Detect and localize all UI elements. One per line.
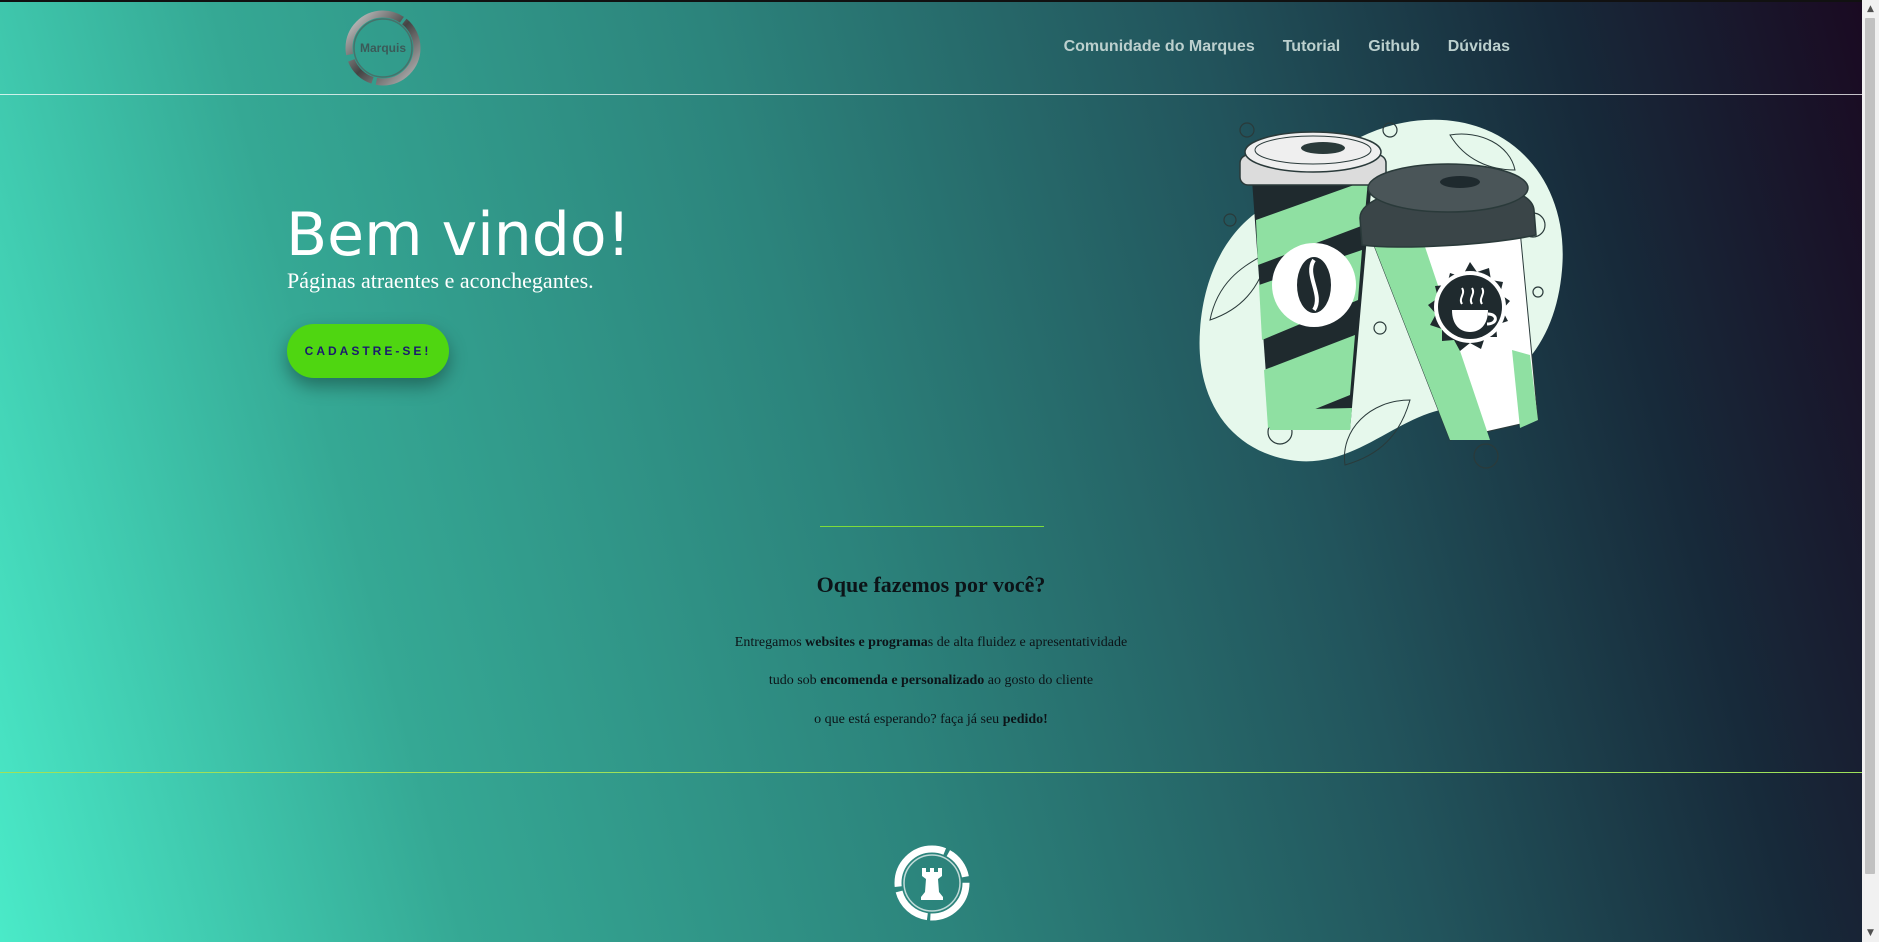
coffee-bean-icon [1272, 243, 1356, 327]
site-header: Marquis Comunidade do Marques Tutorial G… [0, 0, 1862, 95]
section-line-1: Entregamos websites e programas de alta … [0, 635, 1862, 651]
coffee-cups-illustration [1190, 110, 1575, 480]
page: Marquis Comunidade do Marques Tutorial G… [0, 0, 1862, 942]
hero-subtitle: Páginas atraentes e aconchegantes. [287, 268, 594, 293]
signup-button[interactable]: CADASTRE-SE! [287, 324, 449, 378]
scroll-down-icon[interactable]: ▼ [1862, 925, 1879, 941]
main-nav: Comunidade do Marques Tutorial Github Dú… [1064, 38, 1510, 56]
page-scrollbar[interactable]: ▲ ▼ [1862, 0, 1879, 942]
hero-title: Bem vindo! [286, 200, 631, 270]
footer-divider [0, 772, 1862, 773]
section-bold-text: websites e programa [805, 635, 928, 650]
section-line-2: tudo sob encomenda e personalizado ao go… [0, 673, 1862, 689]
nav-github[interactable]: Github [1368, 38, 1420, 56]
section-text: tudo sob [768, 673, 821, 688]
logo-text: Marquis [359, 41, 406, 55]
marquis-logo[interactable]: Marquis [343, 8, 423, 88]
section-bold-text: encomenda e personalizado [820, 673, 985, 688]
section-text: Entregamos [734, 635, 806, 650]
section-text: s de alta fluidez e apresentatividade [927, 635, 1128, 650]
scroll-thumb[interactable] [1865, 18, 1875, 874]
section-title: Oque fazemos por você? [816, 572, 1046, 597]
scroll-up-icon[interactable]: ▲ [1862, 1, 1879, 17]
section-divider [820, 526, 1044, 527]
chess-rook-logo-icon[interactable] [891, 842, 973, 924]
nav-tutorial[interactable]: Tutorial [1283, 38, 1340, 56]
section-text: ao gosto do cliente [984, 673, 1094, 688]
section-text: o que está esperando? faça já seu [814, 712, 1003, 727]
nav-comunidade[interactable]: Comunidade do Marques [1064, 38, 1255, 56]
section-bold-text: pedido! [1002, 712, 1048, 727]
section-line-3: o que está esperando? faça já seu pedido… [0, 712, 1862, 728]
nav-duvidas[interactable]: Dúvidas [1448, 38, 1510, 56]
